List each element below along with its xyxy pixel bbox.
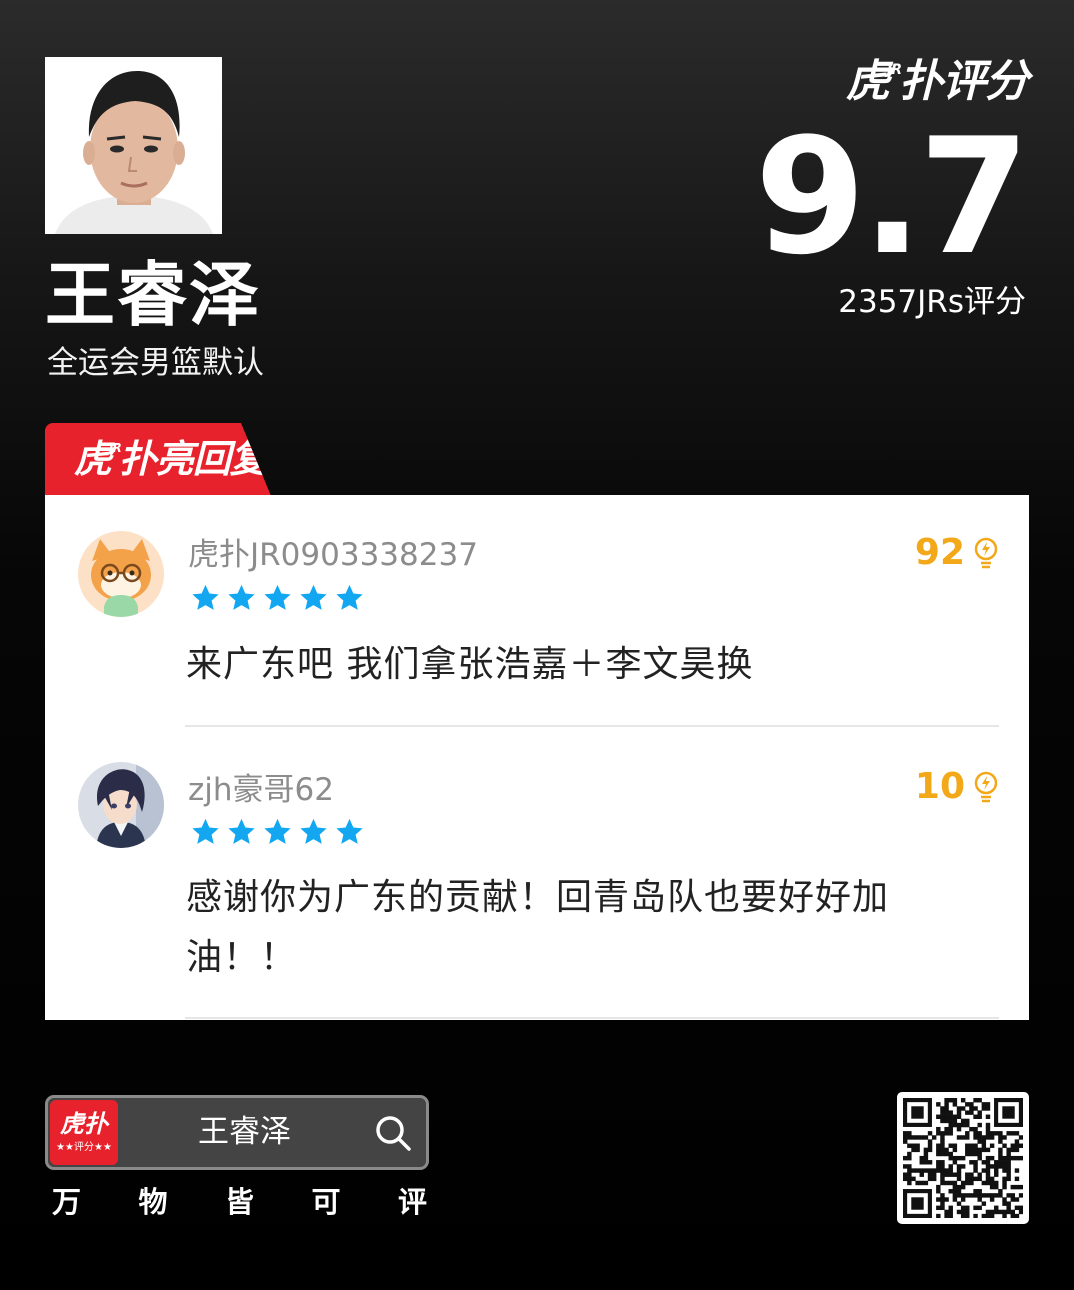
user-avatar[interactable] [78, 531, 164, 617]
star-icon [264, 818, 291, 844]
star-rating [190, 817, 365, 847]
rating-score: 9.7 [754, 103, 1030, 290]
star-icon [300, 818, 327, 844]
star-icon [192, 584, 219, 610]
comments-card: 虎扑JR0903338237 92 来广东吧 我们拿张浩嘉＋李文昊换 zjh豪哥… [45, 495, 1029, 1020]
search-query[interactable]: 王睿泽 [198, 1112, 291, 1152]
comment-divider [185, 1017, 999, 1019]
slogan-char: 评 [397, 1185, 427, 1219]
comment-username[interactable]: 虎扑JR0903338237 [188, 536, 478, 574]
like-count-value: 10 [914, 766, 965, 807]
star-icon [192, 818, 219, 844]
star-icon [228, 818, 255, 844]
star-icon [336, 818, 363, 844]
slogan-char: 物 [138, 1185, 168, 1219]
hupu-app-icon: 虎扑 ★★评分★★ [50, 1100, 118, 1165]
player-name: 王睿泽 [45, 254, 261, 336]
lightbulb-icon[interactable] [973, 537, 999, 569]
qr-code [897, 1092, 1029, 1224]
lightbulb-icon[interactable] [973, 771, 999, 803]
star-rating [190, 583, 365, 613]
like-count[interactable]: 92 [915, 533, 999, 573]
star-icon [228, 584, 255, 610]
search-bar[interactable]: 虎扑 ★★评分★★ 王睿泽 [45, 1095, 429, 1170]
search-icon[interactable] [374, 1114, 412, 1152]
comment-username[interactable]: zjh豪哥62 [188, 771, 334, 809]
star-icon [336, 584, 363, 610]
slogan-char: 万 [52, 1185, 82, 1219]
comment-divider [185, 725, 999, 727]
star-icon [300, 584, 327, 610]
highlight-replies-tab: 虎JR扑亮回复 [45, 423, 271, 496]
slogan: 万 物 皆 可 评 [52, 1183, 427, 1221]
player-subtitle: 全运会男篮默认 [47, 345, 264, 381]
like-count-value: 92 [914, 532, 965, 573]
comment-text: 来广东吧 我们拿张浩嘉＋李文昊换 [186, 644, 754, 685]
star-icon [264, 584, 291, 610]
like-count[interactable]: 10 [915, 767, 999, 807]
slogan-char: 皆 [224, 1185, 254, 1219]
slogan-char: 可 [311, 1185, 341, 1219]
player-photo [45, 57, 222, 234]
comment-text: 感谢你为广东的贡献！回青岛队也要好好加油！！ [186, 877, 890, 978]
rating-votes: 2357JRs评分 [838, 284, 1026, 320]
user-avatar[interactable] [78, 762, 164, 848]
highlight-replies-label: 虎JR扑亮回复 [74, 437, 268, 481]
